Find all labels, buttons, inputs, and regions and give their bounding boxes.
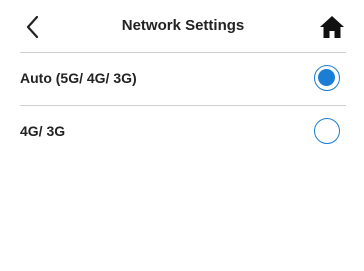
- home-button[interactable]: [318, 14, 346, 40]
- network-option-4g-3g[interactable]: 4G/ 3G: [20, 106, 346, 158]
- radio-button-unselected[interactable]: [314, 118, 340, 144]
- network-option-auto[interactable]: Auto (5G/ 4G/ 3G): [20, 53, 346, 106]
- page-title: Network Settings: [121, 17, 245, 34]
- option-label: 4G/ 3G: [20, 123, 66, 139]
- header-bar: Network Settings: [20, 0, 346, 53]
- network-settings-screen: Network Settings Auto (5G/ 4G/ 3G) 4G/ 3…: [0, 0, 364, 271]
- option-label: Auto (5G/ 4G/ 3G): [20, 70, 137, 86]
- home-icon: [320, 16, 344, 38]
- radio-button-selected[interactable]: [314, 65, 340, 91]
